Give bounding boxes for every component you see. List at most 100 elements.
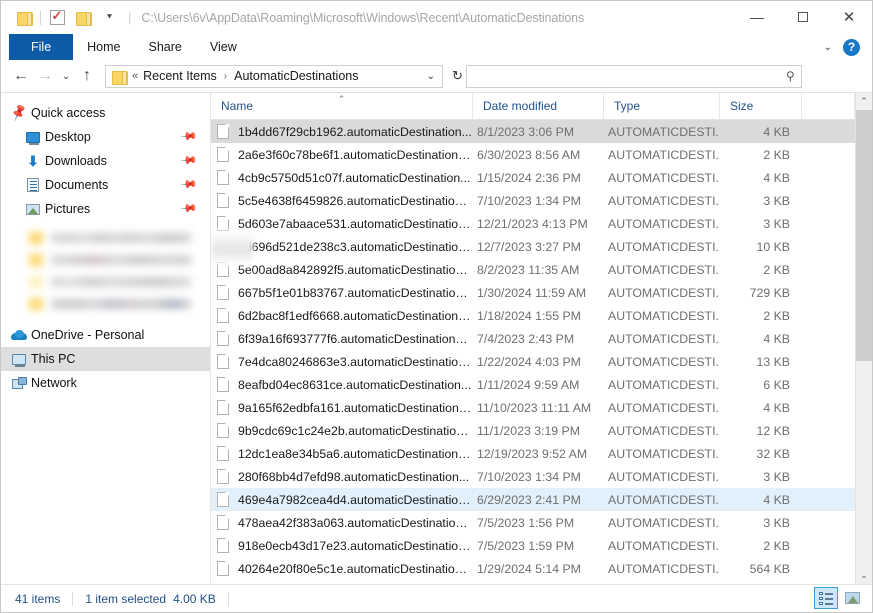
table-row[interactable]: 5d603e7abaace531.automaticDestination...… (211, 212, 855, 235)
up-button[interactable]: ↑ (75, 64, 99, 88)
table-row[interactable]: 9b9cdc69c1c24e2b.automaticDestination...… (211, 419, 855, 442)
tab-view[interactable]: View (196, 34, 251, 60)
pin-icon[interactable]: 📌 (180, 127, 199, 146)
chevron-down-icon: ⌄ (61, 70, 71, 82)
file-list[interactable]: 1b4dd67f29cb1962.automaticDestination...… (211, 120, 855, 584)
search-box[interactable]: ⚲ (465, 64, 802, 88)
file-size-cell: 32 KB (756, 446, 791, 461)
table-row[interactable]: 6f39a16f693777f6.automaticDestinations-.… (211, 327, 855, 350)
sidebar-item-onedrive[interactable]: OneDrive - Personal (1, 323, 210, 347)
tab-share[interactable]: Share (135, 34, 196, 60)
file-date-cell: 12/7/2023 3:27 PM (477, 239, 581, 254)
file-name-label: 469e4a7982cea4d4.automaticDestination... (238, 492, 473, 507)
sidebar-item-quick-access[interactable]: 📌 Quick access (1, 101, 210, 125)
table-row[interactable]: 918e0ecb43d17e23.automaticDestination...… (211, 534, 855, 557)
breadcrumb-recent-items[interactable]: Recent Items (143, 69, 217, 83)
maximize-button[interactable] (780, 1, 826, 32)
table-row[interactable]: 280f68bb4d7efd98.automaticDestination...… (211, 465, 855, 488)
table-row[interactable]: 8eafbd04ec8631ce.automaticDestination...… (211, 373, 855, 396)
file-icon (217, 193, 229, 208)
table-row[interactable]: 469e4a7982cea4d4.automaticDestination...… (211, 488, 855, 511)
file-name-cell: 1b4dd67f29cb1962.automaticDestination... (211, 124, 473, 139)
file-name-label: 5e00ad8a842892f5.automaticDestinations..… (238, 262, 473, 277)
pictures-icon (24, 201, 42, 217)
table-row[interactable]: 7e4dca80246863e3.automaticDestination...… (211, 350, 855, 373)
table-row[interactable]: 40264e20f80e5c1e.automaticDestinations..… (211, 557, 855, 580)
qat-properties-button[interactable] (44, 6, 70, 30)
qat-customize-dropdown[interactable]: ⯆ (96, 6, 122, 30)
table-row[interactable]: 667b5f1e01b83767.automaticDestinations..… (211, 281, 855, 304)
details-view-button[interactable] (814, 587, 838, 609)
table-row[interactable]: 1b4dd67f29cb1962.automaticDestination...… (211, 120, 855, 143)
file-name-cell: 478aea42f383a063.automaticDestinations..… (211, 515, 473, 530)
table-row[interactable]: 478aea42f383a063.automaticDestinations..… (211, 511, 855, 534)
scroll-down-button[interactable]: ⌄ (856, 567, 873, 584)
table-row[interactable]: 9a165f62edbfa161.automaticDestinations..… (211, 396, 855, 419)
back-button[interactable]: ← (9, 64, 33, 88)
pin-icon[interactable]: 📌 (180, 199, 199, 218)
qat-folder-button[interactable] (11, 6, 37, 30)
pin-icon[interactable]: 📌 (180, 151, 199, 170)
file-size-cell: 4 KB (763, 170, 790, 185)
file-size-cell: 2 KB (763, 308, 790, 323)
file-name-cell: 5d696d521de238c3.automaticDestination... (211, 239, 473, 254)
column-header-size-label: Size (730, 99, 754, 113)
column-header-date-modified[interactable]: Date modified (473, 93, 604, 120)
close-button[interactable]: ✕ (826, 1, 872, 32)
file-date-cell: 6/30/2023 8:56 AM (477, 147, 581, 162)
table-row[interactable]: 6d2bac8f1edf6668.automaticDestinations..… (211, 304, 855, 327)
table-row[interactable]: 2a6e3f60c78be6f1.automaticDestinations..… (211, 143, 855, 166)
column-header-size[interactable]: Size (720, 93, 802, 120)
file-name-cell: 5c5e4638f6459826.automaticDestinations..… (211, 193, 473, 208)
table-row[interactable]: 5d696d521de238c3.automaticDestination...… (211, 235, 855, 258)
tab-home-label: Home (87, 40, 121, 54)
expand-ribbon-icon[interactable]: ⌄ (820, 42, 836, 53)
sidebar-item-desktop[interactable]: Desktop 📌 (1, 125, 210, 149)
refresh-button[interactable]: ↻ (449, 68, 466, 84)
address-input[interactable]: « Recent Items › AutomaticDestinations ⌄ (105, 64, 443, 88)
sidebar-item-documents[interactable]: Documents 📌 (1, 173, 210, 197)
breadcrumb-overflow-icon[interactable]: « (132, 70, 138, 82)
file-icon (217, 308, 229, 323)
sidebar-label-quick-access: Quick access (31, 106, 106, 120)
navigation-pane[interactable]: 📌 Quick access Desktop 📌 ⬇ Downloads 📌 D… (1, 93, 211, 584)
file-name-label: 40264e20f80e5c1e.automaticDestinations..… (238, 561, 473, 576)
qat-new-folder-button[interactable] (70, 6, 96, 30)
forward-button[interactable]: → (33, 64, 57, 88)
recent-locations-button[interactable]: ⌄ (57, 64, 75, 88)
file-size-cell: 2 KB (763, 262, 790, 277)
sidebar-item-pictures[interactable]: Pictures 📌 (1, 197, 210, 221)
file-name-cell: 8eafbd04ec8631ce.automaticDestination... (211, 377, 473, 392)
folder-icon (16, 11, 33, 26)
breadcrumb-automatic-destinations[interactable]: AutomaticDestinations (234, 69, 358, 83)
table-row[interactable]: 5e00ad8a842892f5.automaticDestinations..… (211, 258, 855, 281)
column-header-name[interactable]: Name ⌃ (211, 93, 473, 120)
column-header-type[interactable]: Type (604, 93, 720, 120)
tab-file[interactable]: File (9, 34, 74, 60)
scroll-up-button[interactable]: ⌃ (856, 93, 873, 110)
minimize-button[interactable]: — (734, 1, 780, 32)
file-name-cell: 918e0ecb43d17e23.automaticDestination... (211, 538, 473, 553)
sidebar-item-this-pc[interactable]: This PC (1, 347, 210, 371)
pin-icon[interactable]: 📌 (180, 175, 199, 194)
arrow-left-icon: ← (13, 67, 29, 84)
scrollbar-thumb[interactable] (855, 110, 872, 362)
address-dropdown-icon[interactable]: ⌄ (423, 71, 439, 82)
table-row[interactable]: 12dc1ea8e34b5a6.automaticDestinations...… (211, 442, 855, 465)
file-type-cell: AUTOMATICDESTI... (608, 423, 720, 438)
large-icons-view-button[interactable] (840, 587, 864, 609)
table-row[interactable]: 5c5e4638f6459826.automaticDestinations..… (211, 189, 855, 212)
table-row[interactable]: 4cb9c5750d51c07f.automaticDestination...… (211, 166, 855, 189)
file-icon (217, 262, 229, 277)
sidebar-item-network[interactable]: Network (1, 371, 210, 395)
file-icon (217, 354, 229, 369)
scrollbar-track[interactable] (855, 110, 872, 567)
network-icon (10, 375, 28, 391)
tab-home[interactable]: Home (73, 34, 134, 60)
search-input[interactable] (466, 65, 801, 87)
vertical-scrollbar[interactable]: ⌃ ⌄ (855, 93, 872, 584)
sidebar-item-downloads[interactable]: ⬇ Downloads 📌 (1, 149, 210, 173)
help-button[interactable]: ? (843, 38, 860, 56)
file-name-cell: 6d2bac8f1edf6668.automaticDestinations..… (211, 308, 473, 323)
file-size-cell: 4 KB (763, 124, 790, 139)
